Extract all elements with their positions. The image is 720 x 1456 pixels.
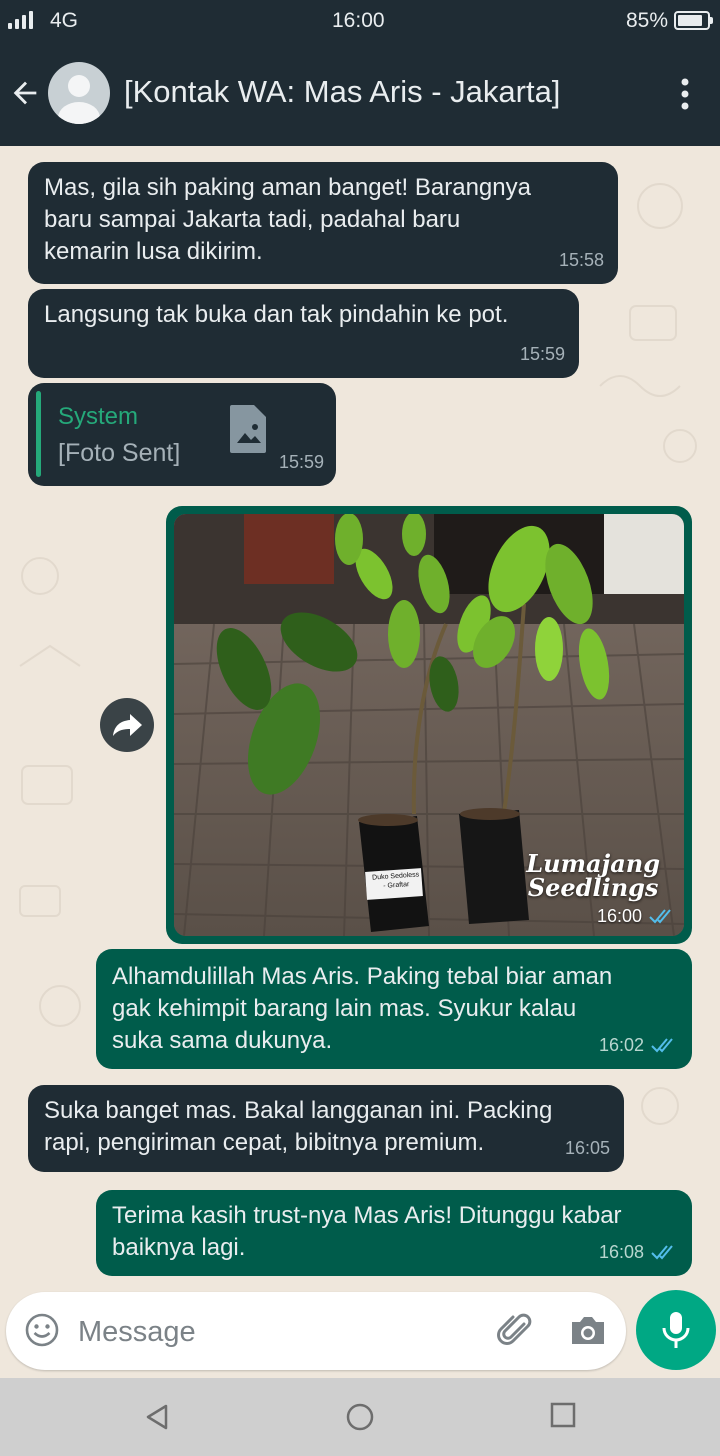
message-system-reply[interactable]: System [Foto Sent] 15:59 (28, 383, 336, 486)
message-time: 15:59 (278, 452, 324, 472)
paperclip-icon[interactable] (494, 1310, 534, 1350)
message-composer (6, 1292, 626, 1370)
message-text: Mas, gila sih paking aman banget! Barang… (44, 174, 531, 265)
message-outgoing-image[interactable]: Lumajang Seedlings Duko Sedoless - Graft… (166, 506, 692, 944)
double-check-icon (651, 1038, 673, 1053)
forward-icon (113, 714, 142, 736)
network-type: 4G (50, 9, 79, 32)
message-meta: 15:59 (520, 338, 565, 370)
message-meta: 16:02 (599, 1029, 678, 1061)
message-outgoing[interactable]: Alhamdulillah Mas Aris. Paking tebal bia… (96, 949, 692, 1069)
message-meta: 15:58 (559, 244, 604, 276)
reply-accent-bar (36, 391, 41, 477)
message-time: 15:58 (558, 250, 604, 270)
nav-recents-icon[interactable] (550, 1402, 576, 1428)
reply-text: [Foto Sent] (58, 439, 181, 467)
forward-button[interactable] (100, 698, 154, 752)
watermark-line2: Seedlings (527, 873, 659, 902)
chat-header: [Kontak WA: Mas Aris - Jakarta] (0, 42, 720, 146)
mic-button[interactable] (636, 1290, 716, 1370)
message-outgoing[interactable]: Terima kasih trust-nya Mas Aris! Ditungg… (96, 1190, 692, 1276)
message-incoming[interactable]: Mas, gila sih paking aman banget! Barang… (28, 162, 618, 284)
message-text: Alhamdulillah Mas Aris. Paking tebal bia… (112, 963, 613, 1054)
battery-icon (674, 11, 713, 30)
system-nav-bar (0, 1378, 720, 1456)
contact-name[interactable]: [Kontak WA: Mas Aris - Jakarta] (124, 74, 560, 110)
message-time: 16:02 (598, 1035, 644, 1055)
message-text: Suka banget mas. Bakal langganan ini. Pa… (44, 1097, 553, 1156)
more-vert-icon[interactable] (670, 76, 700, 112)
emoji-icon[interactable] (24, 1312, 60, 1348)
mic-icon (662, 1312, 690, 1348)
message-time: 16:00 (596, 906, 642, 926)
message-incoming[interactable]: Langsung tak buka dan tak pindahin ke po… (28, 289, 579, 378)
photo-watermark: Lumajang Seedlings (526, 852, 660, 900)
chat-area[interactable]: Mas, gila sih paking aman banget! Barang… (0, 146, 720, 1378)
message-text: Langsung tak buka dan tak pindahin ke po… (44, 301, 509, 328)
message-time: 16:05 (564, 1138, 610, 1158)
photo-icon (230, 405, 266, 453)
message-input[interactable] (78, 1312, 458, 1352)
message-time: 16:08 (598, 1242, 644, 1262)
person-icon (58, 75, 100, 124)
message-meta: 16:00 (597, 900, 676, 932)
arrow-back-icon[interactable] (8, 76, 42, 110)
camera-icon[interactable] (568, 1312, 608, 1348)
signal-icon (8, 11, 33, 29)
reply-sender: System (58, 403, 139, 430)
double-check-icon (651, 1245, 673, 1260)
battery-percent: 85% (626, 9, 669, 32)
message-meta: 15:59 (279, 446, 324, 478)
message-incoming[interactable]: Suka banget mas. Bakal langganan ini. Pa… (28, 1085, 624, 1172)
status-bar: 4G 16:00 85% (0, 0, 720, 42)
message-time: 15:59 (519, 344, 565, 364)
nav-back-icon[interactable] (142, 1402, 172, 1432)
photo-seedlings[interactable]: Lumajang Seedlings Duko Sedoless - Graft… (174, 514, 684, 936)
message-meta: 16:08 (599, 1236, 678, 1268)
message-meta: 16:05 (565, 1132, 610, 1164)
double-check-icon (649, 909, 671, 924)
nav-home-icon[interactable] (345, 1402, 375, 1432)
status-time: 16:00 (332, 9, 385, 32)
avatar[interactable] (48, 62, 110, 124)
message-text: Terima kasih trust-nya Mas Aris! Ditungg… (112, 1202, 622, 1261)
